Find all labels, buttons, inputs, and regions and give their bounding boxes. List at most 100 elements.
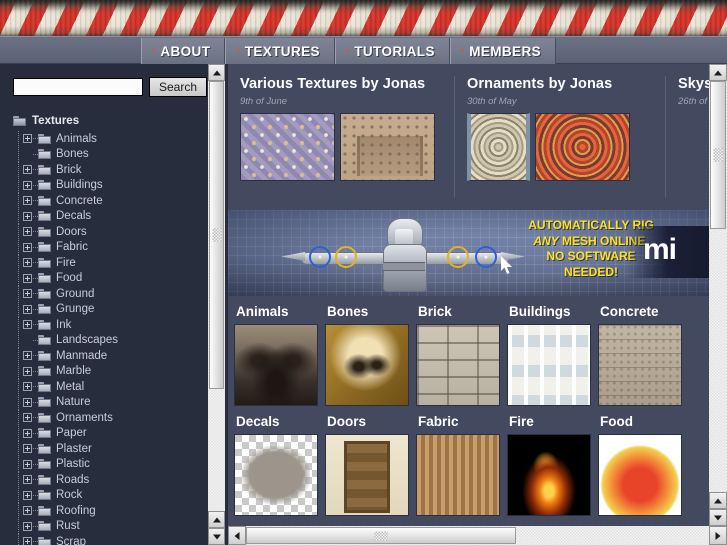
tree-node-paper[interactable]: Paper	[13, 425, 193, 441]
expand-plus-icon[interactable]	[23, 537, 32, 545]
expand-plus-icon[interactable]	[23, 382, 32, 392]
tree-node-ink[interactable]: Ink	[13, 317, 193, 333]
fire-ring-thumbnail[interactable]	[507, 434, 591, 516]
scroll-up-button[interactable]	[208, 64, 225, 81]
tree-node-metal[interactable]: Metal	[13, 379, 193, 395]
category-fabric[interactable]: Fabric	[416, 406, 507, 516]
expand-plus-icon[interactable]	[23, 211, 32, 221]
category-food[interactable]: Food	[598, 406, 689, 516]
carved-stone-facade-texture[interactable]	[340, 113, 435, 181]
ornament-dome-texture[interactable]	[467, 113, 530, 181]
sidebar-vertical-scrollbar[interactable]	[208, 64, 225, 545]
tree-node-grunge[interactable]: Grunge	[13, 301, 193, 317]
expand-plus-icon[interactable]	[23, 196, 32, 206]
burlap-fabric-thumbnail[interactable]	[416, 434, 500, 516]
content-horizontal-scrollbar[interactable]	[228, 526, 709, 545]
concrete-thumbnail[interactable]	[598, 324, 682, 406]
search-input[interactable]	[13, 78, 143, 96]
search-button[interactable]: Search	[149, 77, 208, 97]
news-item[interactable]: Skys 26th of	[665, 76, 709, 198]
gorilla-thumbnail[interactable]	[234, 324, 318, 406]
tree-node-ground[interactable]: Ground	[13, 286, 193, 302]
scroll-left-button[interactable]	[228, 526, 246, 545]
category-concrete[interactable]: Concrete	[598, 296, 689, 406]
expand-plus-icon[interactable]	[23, 413, 32, 423]
expand-plus-icon[interactable]	[23, 397, 32, 407]
tree-node-food[interactable]: Food	[13, 270, 193, 286]
expand-plus-icon[interactable]	[23, 242, 32, 252]
tree-node-fire[interactable]: Fire	[13, 255, 193, 271]
tree-node-doors[interactable]: Doors	[13, 224, 193, 240]
tree-node-marble[interactable]: Marble	[13, 363, 193, 379]
scroll-up-button[interactable]	[709, 64, 727, 81]
tree-node-nature[interactable]: Nature	[13, 394, 193, 410]
tree-node-animals[interactable]: Animals	[13, 131, 193, 147]
category-bones[interactable]: Bones	[325, 296, 416, 406]
expand-plus-icon[interactable]	[23, 366, 32, 376]
category-fire[interactable]: Fire	[507, 406, 598, 516]
news-item[interactable]: Various Textures by Jonas 9th of June	[228, 76, 454, 198]
tree-node-roofing[interactable]: Roofing	[13, 503, 193, 519]
category-animals[interactable]: Animals	[234, 296, 325, 406]
expand-plus-icon[interactable]	[23, 289, 32, 299]
tree-node-concrete[interactable]: Concrete	[13, 193, 193, 209]
expand-plus-icon[interactable]	[23, 351, 32, 361]
tree-node-scrap[interactable]: Scrap	[13, 534, 193, 545]
tab-tutorials[interactable]: › TUTORIALS	[334, 38, 450, 64]
apple-thumbnail[interactable]	[598, 434, 682, 516]
tree-node-buildings[interactable]: Buildings	[13, 177, 193, 193]
scroll-right-button[interactable]	[709, 526, 727, 545]
decal-alpha-thumbnail[interactable]	[234, 434, 318, 516]
brick-wall-thumbnail[interactable]	[416, 324, 500, 406]
scroll-up-button-bottom[interactable]	[208, 511, 225, 528]
expand-plus-icon[interactable]	[23, 459, 32, 469]
tree-node-manmade[interactable]: Manmade	[13, 348, 193, 364]
tab-members[interactable]: › MEMBERS	[449, 38, 557, 64]
tree-node-ornaments[interactable]: Ornaments	[13, 410, 193, 426]
scrollbar-thumb[interactable]	[209, 81, 224, 389]
wooden-door-thumbnail[interactable]	[325, 434, 409, 516]
tree-node-rust[interactable]: Rust	[13, 518, 193, 534]
expand-plus-icon[interactable]	[23, 227, 32, 237]
expand-plus-icon[interactable]	[23, 134, 32, 144]
skull-thumbnail[interactable]	[325, 324, 409, 406]
scroll-down-button[interactable]	[709, 509, 727, 526]
expand-plus-icon[interactable]	[23, 428, 32, 438]
persian-tile-texture[interactable]	[240, 113, 335, 181]
tab-textures[interactable]: › TEXTURES	[225, 38, 335, 64]
tree-node-brick[interactable]: Brick	[13, 162, 193, 178]
advertisement-banner[interactable]: AUTOMATICALLY RIG ANY MESH ONLINE, NO SO…	[228, 210, 709, 296]
tree-node-plastic[interactable]: Plastic	[13, 456, 193, 472]
tab-about[interactable]: › ABOUT	[141, 38, 226, 64]
category-brick[interactable]: Brick	[416, 296, 507, 406]
tree-node-plaster[interactable]: Plaster	[13, 441, 193, 457]
scrollbar-thumb[interactable]	[246, 527, 516, 544]
news-item[interactable]: Ornaments by Jonas 30th of May	[454, 76, 665, 198]
expand-plus-icon[interactable]	[23, 180, 32, 190]
tree-node-fabric[interactable]: Fabric	[13, 239, 193, 255]
expand-plus-icon[interactable]	[23, 165, 32, 175]
category-buildings[interactable]: Buildings	[507, 296, 598, 406]
tree-node-landscapes[interactable]: Landscapes	[13, 332, 193, 348]
expand-plus-icon[interactable]	[23, 258, 32, 268]
tree-root-textures[interactable]: Textures	[13, 112, 193, 129]
tree-node-decals[interactable]: Decals	[13, 208, 193, 224]
tree-node-bones[interactable]: Bones	[13, 146, 193, 162]
category-doors[interactable]: Doors	[325, 406, 416, 516]
scroll-up-button-bottom[interactable]	[709, 492, 727, 509]
scroll-down-button[interactable]	[208, 528, 225, 545]
expand-plus-icon[interactable]	[23, 273, 32, 283]
expand-plus-icon[interactable]	[23, 506, 32, 516]
expand-plus-icon[interactable]	[23, 490, 32, 500]
expand-plus-icon[interactable]	[23, 521, 32, 531]
content-vertical-scrollbar[interactable]	[709, 64, 727, 526]
expand-plus-icon[interactable]	[23, 304, 32, 314]
category-decals[interactable]: Decals	[234, 406, 325, 516]
ornament-mandala-texture[interactable]	[535, 113, 630, 181]
tree-node-rock[interactable]: Rock	[13, 487, 193, 503]
scrollbar-thumb[interactable]	[710, 81, 726, 229]
expand-plus-icon[interactable]	[23, 444, 32, 454]
expand-plus-icon[interactable]	[23, 475, 32, 485]
office-building-thumbnail[interactable]	[507, 324, 591, 406]
expand-plus-icon[interactable]	[23, 320, 32, 330]
